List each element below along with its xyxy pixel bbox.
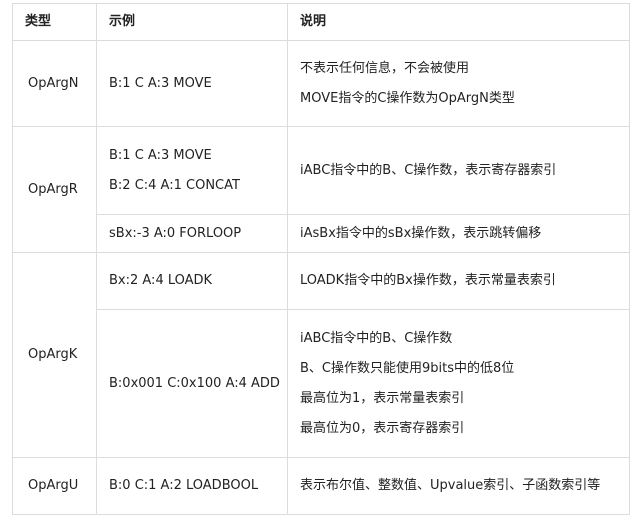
header-example: 示例 (96, 3, 288, 41)
example-cell: B:0 C:1 A:2 LOADBOOL (96, 457, 288, 515)
example-line: sBx:-3 A:0 FORLOOP (109, 225, 242, 241)
type-cell: OpArgR (12, 126, 97, 253)
table-header-row: 类型 示例 说明 (12, 3, 630, 41)
example-line: Bx:2 A:4 LOADK (109, 273, 213, 288)
header-description: 说明 (287, 3, 630, 41)
example-cell: B:1 C A:3 MOVE B:2 C:4 A:1 CONCAT (96, 126, 288, 215)
type-cell: OpArgN (12, 40, 97, 127)
example-cell: B:0x001 C:0x100 A:4 ADD (96, 309, 288, 458)
type-cell: OpArgK (12, 252, 97, 458)
table-row-opargk: OpArgK Bx:2 A:4 LOADK LOADK指令中的Bx操作数，表示常… (12, 252, 630, 458)
description-cell: 不表示任何信息，不会被使用 MOVE指令的C操作数为OpArgN类型 (287, 40, 630, 127)
description-line: 不表示任何信息，不会被使用 (300, 60, 470, 76)
table-row-opargn: OpArgN B:1 C A:3 MOVE 不表示任何信息，不会被使用 MOVE… (12, 40, 630, 127)
description-line: 最高位为1，表示常量表索引 (300, 390, 465, 406)
description-cell: iABC指令中的B、C操作数，表示寄存器索引 (287, 126, 630, 215)
description-cell: LOADK指令中的Bx操作数，表示常量表索引 (287, 252, 630, 310)
description-line: 表示布尔值、整数值、Upvalue索引、子函数索引等 (300, 478, 601, 493)
description-line: iABC指令中的B、C操作数 (300, 330, 453, 346)
example-line: B:1 C A:3 MOVE (109, 75, 212, 91)
example-line: B:1 C A:3 MOVE (109, 147, 212, 163)
description-line: MOVE指令的C操作数为OpArgN类型 (300, 90, 515, 106)
table-row-opargr: OpArgR B:1 C A:3 MOVE B:2 C:4 A:1 CONCAT… (12, 126, 630, 253)
description-cell: iABC指令中的B、C操作数 B、C操作数只能使用9bits中的低8位 最高位为… (287, 309, 630, 458)
example-cell: Bx:2 A:4 LOADK (96, 252, 288, 310)
header-type: 类型 (12, 3, 97, 41)
description-line: iABC指令中的B、C操作数，表示寄存器索引 (300, 162, 557, 178)
table-row-opargu: OpArgU B:0 C:1 A:2 LOADBOOL 表示布尔值、整数值、Up… (12, 457, 630, 515)
description-cell: iAsBx指令中的sBx操作数，表示跳转偏移 (287, 214, 630, 253)
table-row-opargr-sub: sBx:-3 A:0 FORLOOP iAsBx指令中的sBx操作数，表示跳转偏… (13, 214, 630, 253)
description-line: 最高位为0，表示寄存器索引 (300, 420, 465, 436)
description-cell: 表示布尔值、整数值、Upvalue索引、子函数索引等 (287, 457, 630, 515)
example-line: B:2 C:4 A:1 CONCAT (109, 177, 240, 193)
example-cell: B:1 C A:3 MOVE (96, 40, 288, 127)
description-line: B、C操作数只能使用9bits中的低8位 (300, 360, 515, 376)
example-cell: sBx:-3 A:0 FORLOOP (96, 214, 288, 253)
type-cell: OpArgU (12, 457, 97, 515)
example-line: B:0x001 C:0x100 A:4 ADD (109, 375, 280, 391)
description-line: LOADK指令中的Bx操作数，表示常量表索引 (300, 273, 556, 288)
description-line: iAsBx指令中的sBx操作数，表示跳转偏移 (300, 225, 542, 241)
operand-type-table: 类型 示例 说明 OpArgN B:1 C A:3 MOVE 不表示任何信息，不… (12, 3, 630, 515)
table-row-opargk-sub: B:0x001 C:0x100 A:4 ADD iABC指令中的B、C操作数 B… (13, 309, 630, 458)
example-line: B:0 C:1 A:2 LOADBOOL (109, 478, 259, 493)
